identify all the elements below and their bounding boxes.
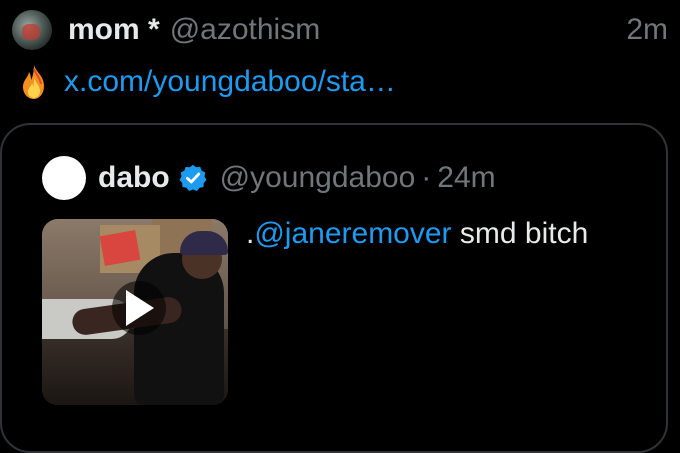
quoted-tweet-header: dabo @youngdaboo · 24m: [98, 156, 496, 200]
author-avatar[interactable]: [12, 10, 52, 50]
quoted-tweet-body: . @janeremover smd bitch: [246, 212, 588, 256]
tweet-body: x.com/youngdaboo/sta…: [18, 60, 396, 104]
avatar-image-detail: [22, 24, 40, 40]
quoted-tweet-text: smd bitch: [451, 217, 589, 250]
author-name[interactable]: mom *: [68, 13, 160, 47]
video-thumbnail[interactable]: [42, 219, 228, 405]
verified-badge-icon: [178, 163, 208, 193]
author-handle[interactable]: @azothism: [170, 13, 321, 47]
quoted-author-avatar[interactable]: [42, 156, 86, 200]
tweet-link[interactable]: x.com/youngdaboo/sta…: [64, 65, 396, 99]
play-icon: [126, 290, 154, 326]
fire-icon: [18, 64, 50, 100]
text-prefix: .: [246, 217, 255, 250]
quoted-tweet-timestamp[interactable]: 24m: [437, 161, 495, 195]
quoted-author-handle[interactable]: @youngdaboo: [220, 161, 416, 195]
play-button[interactable]: [112, 281, 166, 335]
quoted-author-name[interactable]: dabo: [98, 161, 170, 195]
mention-link[interactable]: @janeremover: [254, 217, 451, 251]
dot-separator: ·: [421, 161, 432, 194]
thumbnail-red-object: [99, 230, 141, 266]
tweet-header: mom * @azothism: [68, 10, 320, 50]
tweet-timestamp[interactable]: 2m: [626, 10, 668, 50]
